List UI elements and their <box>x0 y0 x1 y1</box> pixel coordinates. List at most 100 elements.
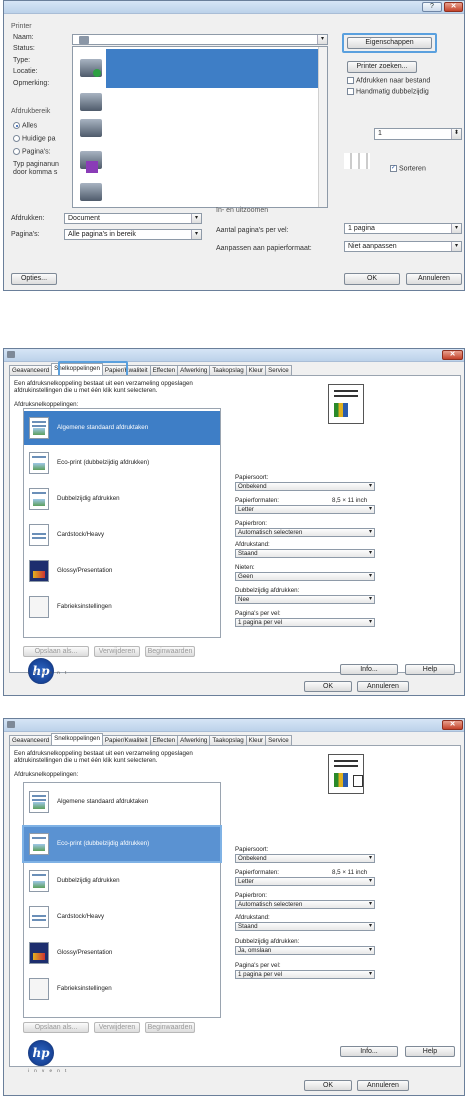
tab-paper-quality[interactable]: Papier/Kwaliteit <box>101 735 151 745</box>
printer-icon[interactable] <box>80 183 102 201</box>
tab-service[interactable]: Service <box>265 735 292 745</box>
shortcut-item-factory[interactable]: Fabrieksinstellingen <box>24 593 220 621</box>
ok-button[interactable]: OK <box>304 681 352 692</box>
printer-icon[interactable] <box>80 119 102 137</box>
paper-type-select[interactable]: Onbekend <box>235 854 375 863</box>
collate-checkbox[interactable]: ✓ Sorteren <box>390 165 426 172</box>
help-button[interactable]: Help <box>405 1046 455 1057</box>
reset-button[interactable]: Beginwaarden <box>145 646 195 657</box>
printer-icon[interactable] <box>80 93 102 111</box>
radio-icon[interactable] <box>13 122 20 129</box>
find-printer-button[interactable]: Printer zoeken... <box>347 61 417 73</box>
tab-job-storage[interactable]: Taakopslag <box>209 365 247 375</box>
printer-dropdown-list[interactable] <box>72 46 328 208</box>
close-title-button[interactable]: ✕ <box>442 720 463 730</box>
fax-icon[interactable] <box>86 161 98 173</box>
checkbox-icon[interactable]: ✓ <box>390 165 397 172</box>
print-select[interactable]: Alle pagina's in bereik ▾ <box>64 229 202 240</box>
pages-per-sheet-select[interactable]: 1 pagina per vel <box>235 618 375 627</box>
radio-icon[interactable] <box>13 135 20 142</box>
duplex-select[interactable]: Ja, omslaan <box>235 946 375 955</box>
paper-size-select[interactable]: Letter <box>235 505 375 514</box>
chevron-down-icon[interactable]: ▾ <box>191 230 201 239</box>
tab-service[interactable]: Service <box>265 365 292 375</box>
type-label: Type: <box>13 57 31 64</box>
chevron-down-icon[interactable]: ▾ <box>451 224 461 233</box>
printer-name-select[interactable]: ▾ <box>72 34 328 45</box>
shortcut-item-duplex[interactable]: Dubbelzijdig afdrukken <box>24 485 220 513</box>
staple-select[interactable]: Geen <box>235 572 375 581</box>
tab-finishing[interactable]: Afwerking <box>177 365 211 375</box>
printer-app-icon <box>7 351 15 358</box>
orientation-select[interactable]: Staand <box>235 549 375 558</box>
shortcut-item-eco-print[interactable]: Eco-print (dubbelzijdig afdrukken) <box>24 449 220 477</box>
shortcuts-list[interactable]: Algemene standaard afdruktaken Eco-print… <box>23 408 221 638</box>
tab-color[interactable]: Kleur <box>245 365 267 375</box>
pages-per-sheet-select[interactable]: 1 pagina ▾ <box>344 223 462 234</box>
help-title-button[interactable]: ? <box>422 2 442 12</box>
shortcut-item-general[interactable]: Algemene standaard afdruktaken <box>24 411 220 445</box>
range-all-radio[interactable]: Alles <box>13 122 37 129</box>
paper-source-select[interactable]: Automatisch selecteren <box>235 900 375 909</box>
paper-size-select[interactable]: Letter <box>235 877 375 886</box>
copies-spinner[interactable]: 1 ⬍ <box>374 128 462 140</box>
close-title-button[interactable]: ✕ <box>444 2 463 12</box>
shortcut-item-glossy[interactable]: Glossy/Presentation <box>24 939 220 967</box>
save-as-button[interactable]: Opslaan als... <box>23 646 89 657</box>
tab-effects[interactable]: Effecten <box>149 365 179 375</box>
reset-button[interactable]: Beginwaarden <box>145 1022 195 1033</box>
tab-finishing[interactable]: Afwerking <box>177 735 211 745</box>
paper-source-select[interactable]: Automatisch selecteren <box>235 528 375 537</box>
print-what-select[interactable]: Document ▾ <box>64 213 202 224</box>
shortcut-item-eco-print[interactable]: Eco-print (dubbelzijdig afdrukken) <box>22 825 222 863</box>
tab-advanced[interactable]: Geavanceerd <box>9 365 53 375</box>
tab-color[interactable]: Kleur <box>245 735 267 745</box>
shortcut-item-glossy[interactable]: Glossy/Presentation <box>24 557 220 585</box>
shortcut-item-general[interactable]: Algemene standaard afdruktaken <box>24 785 220 819</box>
print-to-file-checkbox[interactable]: Afdrukken naar bestand <box>347 77 430 84</box>
checkbox-icon[interactable] <box>347 88 354 95</box>
shortcut-item-factory[interactable]: Fabrieksinstellingen <box>24 975 220 1003</box>
options-button[interactable]: Opties... <box>11 273 57 285</box>
tab-effects[interactable]: Effecten <box>149 735 179 745</box>
save-as-button[interactable]: Opslaan als... <box>23 1022 89 1033</box>
ok-button[interactable]: OK <box>304 1080 352 1091</box>
checkbox-icon[interactable] <box>347 77 354 84</box>
range-current-radio[interactable]: Huidige pa <box>13 135 55 142</box>
range-pages-radio[interactable]: Pagina's: <box>13 148 51 155</box>
manual-duplex-checkbox[interactable]: Handmatig dubbelzijdig <box>347 88 429 95</box>
paper-type-select[interactable]: Onbekend <box>235 482 375 491</box>
shortcut-label: Cardstock/Heavy <box>57 913 105 920</box>
cancel-button[interactable]: Annuleren <box>406 273 462 285</box>
cancel-button[interactable]: Annuleren <box>357 1080 409 1091</box>
spinner-arrows-icon[interactable]: ⬍ <box>451 129 461 139</box>
tab-job-storage[interactable]: Taakopslag <box>209 735 247 745</box>
ok-button[interactable]: OK <box>344 273 400 285</box>
list-scrollbar[interactable] <box>318 47 327 207</box>
tab-advanced[interactable]: Geavanceerd <box>9 735 53 745</box>
shortcut-item-duplex[interactable]: Dubbelzijdig afdrukken <box>24 867 220 895</box>
pages-per-sheet-select[interactable]: 1 pagina per vel <box>235 970 375 979</box>
properties-button[interactable]: Eigenschappen <box>347 37 432 49</box>
shortcut-item-cardstock[interactable]: Cardstock/Heavy <box>24 521 220 549</box>
cancel-button[interactable]: Annuleren <box>357 681 409 692</box>
scale-select[interactable]: Niet aanpassen ▾ <box>344 241 462 252</box>
help-button[interactable]: Help <box>405 664 455 675</box>
shortcuts-list[interactable]: Algemene standaard afdruktaken Eco-print… <box>22 782 222 1018</box>
duplex-select[interactable]: Nee <box>235 595 375 604</box>
chevron-down-icon[interactable]: ▾ <box>317 35 327 44</box>
info-button[interactable]: Info... <box>340 664 398 675</box>
printer-section-label: Printer <box>11 23 32 30</box>
radio-icon[interactable] <box>13 148 20 155</box>
selected-printer-row[interactable] <box>106 49 318 88</box>
tab-shortcuts[interactable]: Snelkoppelingen <box>51 733 103 745</box>
shortcut-item-cardstock[interactable]: Cardstock/Heavy <box>24 903 220 931</box>
duplex-document-icon <box>29 488 49 510</box>
chevron-down-icon[interactable]: ▾ <box>191 214 201 223</box>
delete-button[interactable]: Verwijderen <box>94 1022 140 1033</box>
close-title-button[interactable]: ✕ <box>442 350 463 360</box>
delete-button[interactable]: Verwijderen <box>94 646 140 657</box>
info-button[interactable]: Info... <box>340 1046 398 1057</box>
orientation-select[interactable]: Staand <box>235 922 375 931</box>
chevron-down-icon[interactable]: ▾ <box>451 242 461 251</box>
